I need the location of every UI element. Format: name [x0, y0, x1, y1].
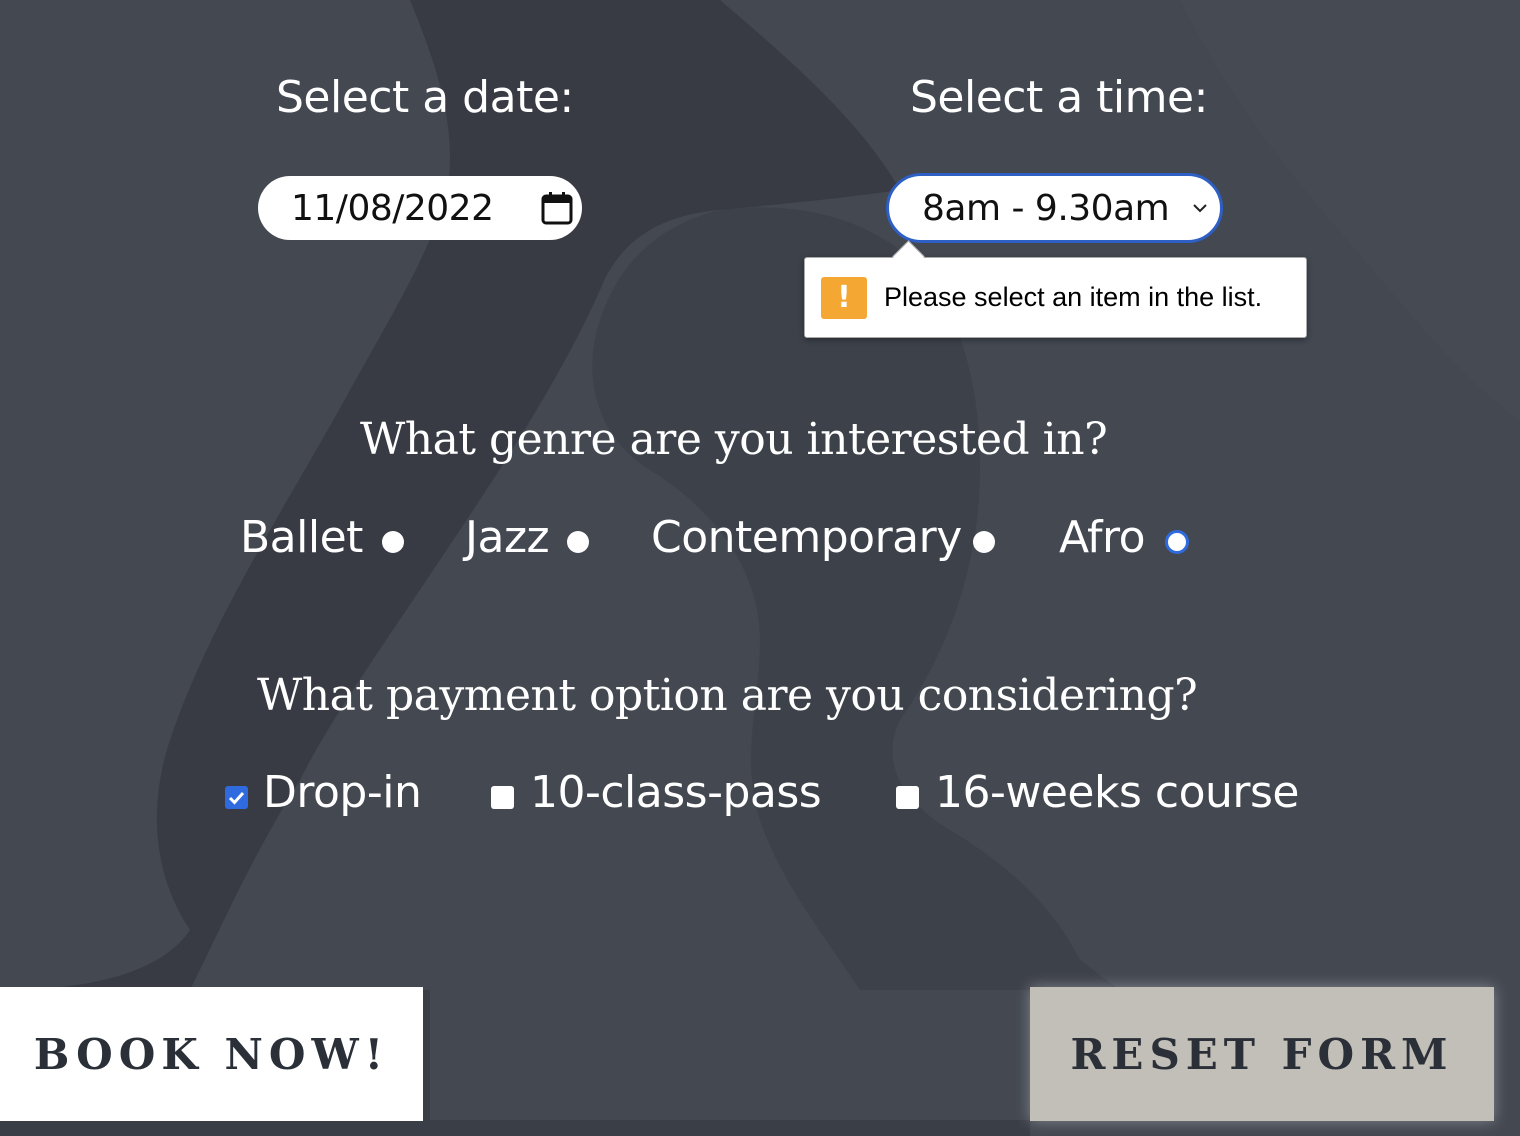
checkmark-icon	[228, 791, 245, 805]
validation-message: Please select an item in the list.	[884, 282, 1263, 312]
genre-label-contemporary: Contemporary	[651, 512, 962, 563]
tooltip-arrow	[892, 240, 925, 273]
time-value: 8am - 9.30am	[922, 187, 1170, 229]
genre-label-jazz: Jazz	[465, 512, 550, 563]
genre-label-afro: Afro	[1059, 512, 1146, 563]
checkbox-16-weeks-course[interactable]	[896, 786, 919, 809]
chevron-down-icon	[1193, 204, 1207, 213]
time-label: Select a time:	[910, 72, 1208, 123]
genre-label-ballet: Ballet	[240, 512, 363, 563]
time-select[interactable]: 8am - 9.30am	[886, 173, 1223, 243]
background-dancer-silhouette	[0, 0, 1520, 1136]
reset-form-button[interactable]: RESET FORM	[1030, 987, 1494, 1121]
radio-afro[interactable]	[1165, 530, 1189, 554]
calendar-icon[interactable]	[540, 190, 574, 226]
checkbox-drop-in[interactable]	[225, 786, 248, 809]
payment-question: What payment option are you considering?	[257, 670, 1198, 721]
date-input[interactable]: 11/08/2022	[258, 176, 582, 240]
warning-icon: !	[821, 276, 867, 319]
radio-contemporary[interactable]	[973, 531, 995, 553]
date-label: Select a date:	[276, 72, 574, 123]
genre-question: What genre are you interested in?	[360, 414, 1108, 465]
radio-jazz[interactable]	[567, 531, 589, 553]
book-now-button[interactable]: BOOK NOW!	[0, 987, 423, 1121]
validation-tooltip: ! Please select an item in the list.	[804, 240, 1307, 338]
radio-ballet[interactable]	[382, 531, 404, 553]
date-value: 11/08/2022	[291, 187, 494, 229]
payment-label-16-weeks-course: 16-weeks course	[935, 767, 1299, 818]
payment-label-10-class-pass: 10-class-pass	[530, 767, 822, 818]
payment-label-drop-in: Drop-in	[263, 767, 422, 818]
checkbox-10-class-pass[interactable]	[491, 786, 514, 809]
